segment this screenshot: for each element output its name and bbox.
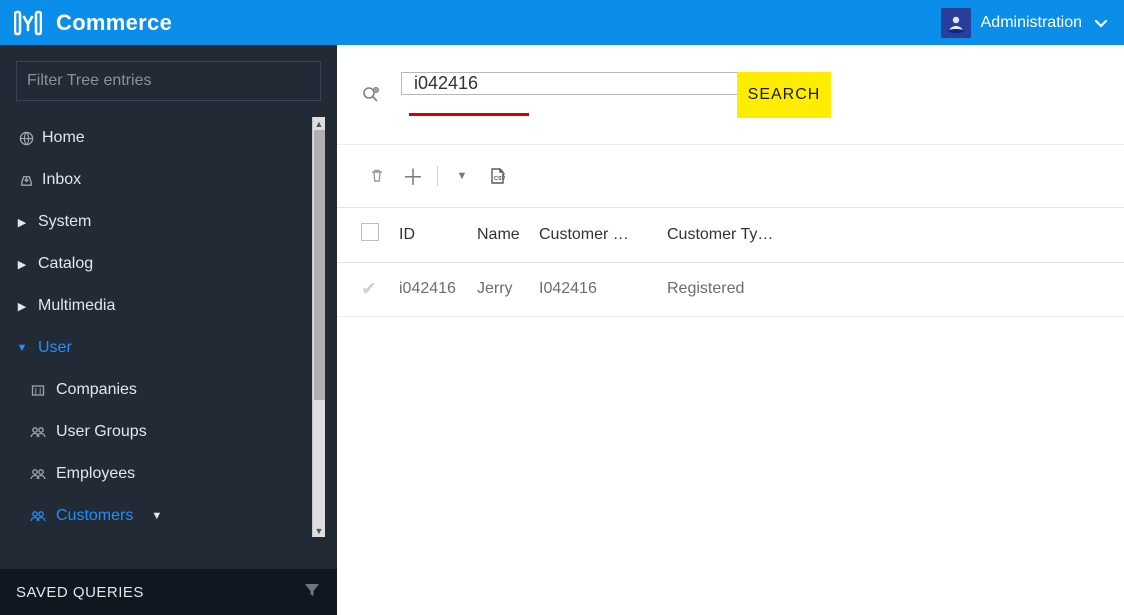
- tree-sublabel: Companies: [56, 381, 137, 399]
- caret-right-icon: ▶: [16, 216, 28, 229]
- tree-sublabel: Customers: [56, 507, 133, 525]
- sidebar-item-catalog[interactable]: ▶ Catalog: [0, 243, 325, 285]
- column-header-customer-type[interactable]: Customer Ty…: [659, 208, 1124, 262]
- delete-button[interactable]: [365, 164, 389, 188]
- cell-type: Registered: [659, 262, 1124, 316]
- tree-label: User: [38, 339, 72, 357]
- saved-queries-bar[interactable]: SAVED QUERIES: [0, 569, 337, 615]
- row-check-icon[interactable]: ✔: [361, 279, 377, 300]
- chevron-down-icon: [1092, 14, 1110, 32]
- caret-right-icon: ▶: [16, 258, 28, 271]
- globe-icon: [16, 131, 36, 146]
- select-all-checkbox[interactable]: [361, 223, 379, 241]
- sidebar-item-multimedia[interactable]: ▶ Multimedia: [0, 285, 325, 327]
- admin-user-icon: [941, 8, 971, 38]
- table-header-row: ID Name Customer … Customer Ty…: [337, 208, 1124, 262]
- app-title: Commerce: [56, 10, 172, 36]
- advanced-search-icon[interactable]: [361, 85, 381, 105]
- inbox-icon: [16, 173, 36, 188]
- filter-funnel-icon[interactable]: [303, 581, 321, 603]
- column-header-name[interactable]: Name: [469, 208, 531, 262]
- toolbar: ＋ ▼ CSV: [337, 145, 1124, 208]
- column-header-customer[interactable]: Customer …: [531, 208, 659, 262]
- cell-name: Jerry: [469, 262, 531, 316]
- sidebar: Home Inbox ▶ System ▶ Catalog ▶: [0, 45, 337, 615]
- scrollbar-thumb[interactable]: [314, 130, 325, 400]
- logo: Commerce: [14, 9, 172, 37]
- tree-sublabel: Employees: [56, 465, 135, 483]
- company-icon: [28, 383, 48, 397]
- scroll-up-icon[interactable]: ▲: [313, 117, 325, 130]
- tree-sublabel: User Groups: [56, 423, 147, 441]
- sidebar-subitem-user-groups[interactable]: User Groups: [0, 411, 325, 453]
- search-input[interactable]: [401, 72, 737, 95]
- search-button[interactable]: SEARCH: [737, 72, 831, 118]
- brand-logo-icon: [14, 9, 42, 37]
- annotation-underline: [409, 113, 529, 116]
- sidebar-subitem-employees[interactable]: Employees: [0, 453, 325, 495]
- administration-menu[interactable]: Administration: [941, 8, 1110, 38]
- add-dropdown-button[interactable]: ▼: [450, 164, 474, 188]
- add-button[interactable]: ＋: [401, 164, 425, 188]
- sidebar-item-home[interactable]: Home: [0, 117, 325, 159]
- cell-id: i042416: [391, 262, 469, 316]
- caret-down-icon: ▼: [16, 342, 28, 354]
- sidebar-item-inbox[interactable]: Inbox: [0, 159, 325, 201]
- column-header-id[interactable]: ID: [391, 208, 469, 262]
- administration-label: Administration: [981, 14, 1082, 32]
- sidebar-subitem-companies[interactable]: Companies: [0, 369, 325, 411]
- search-row: SEARCH: [337, 45, 1124, 145]
- top-header: Commerce Administration: [0, 0, 1124, 45]
- sidebar-item-system[interactable]: ▶ System: [0, 201, 325, 243]
- group-icon: [28, 467, 48, 481]
- tree-label: Inbox: [42, 171, 81, 189]
- group-icon: [28, 509, 48, 523]
- tree-label: Home: [42, 129, 85, 147]
- table-row[interactable]: ✔ i042416 Jerry I042416 Registered: [337, 262, 1124, 316]
- scroll-down-icon[interactable]: ▼: [313, 524, 325, 537]
- main-panel: SEARCH ＋ ▼ CSV ID Name Customer: [337, 45, 1124, 615]
- sidebar-item-user[interactable]: ▼ User: [0, 327, 325, 369]
- svg-text:CSV: CSV: [494, 176, 506, 182]
- sidebar-subitem-customers[interactable]: Customers ▼: [0, 495, 325, 537]
- tree-label: Multimedia: [38, 297, 115, 315]
- saved-queries-label: SAVED QUERIES: [16, 584, 144, 601]
- filter-tree-input[interactable]: [16, 61, 321, 101]
- tree-label: System: [38, 213, 91, 231]
- caret-right-icon: ▶: [16, 300, 28, 313]
- caret-down-icon: ▼: [151, 510, 162, 522]
- tree-label: Catalog: [38, 255, 93, 273]
- sidebar-scrollbar[interactable]: ▲ ▼: [312, 117, 325, 537]
- cell-customer: I042416: [531, 262, 659, 316]
- results-table: ID Name Customer … Customer Ty… ✔ i04241…: [337, 208, 1124, 317]
- export-csv-button[interactable]: CSV: [486, 164, 510, 188]
- group-icon: [28, 425, 48, 439]
